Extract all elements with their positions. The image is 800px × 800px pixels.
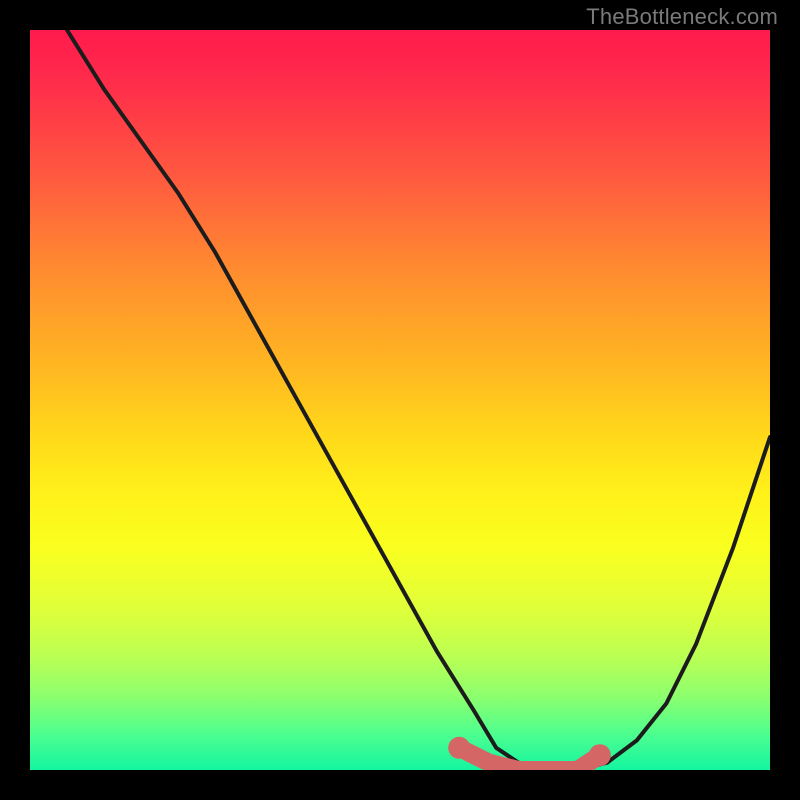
highlight-segment: [459, 748, 600, 770]
curve-layer: [30, 30, 770, 770]
highlight-dot-left: [448, 737, 470, 759]
highlight-dot-right: [589, 744, 611, 766]
bottleneck-curve: [67, 30, 770, 770]
plot-area: [30, 30, 770, 770]
chart-frame: TheBottleneck.com: [0, 0, 800, 800]
watermark-text: TheBottleneck.com: [586, 4, 778, 30]
